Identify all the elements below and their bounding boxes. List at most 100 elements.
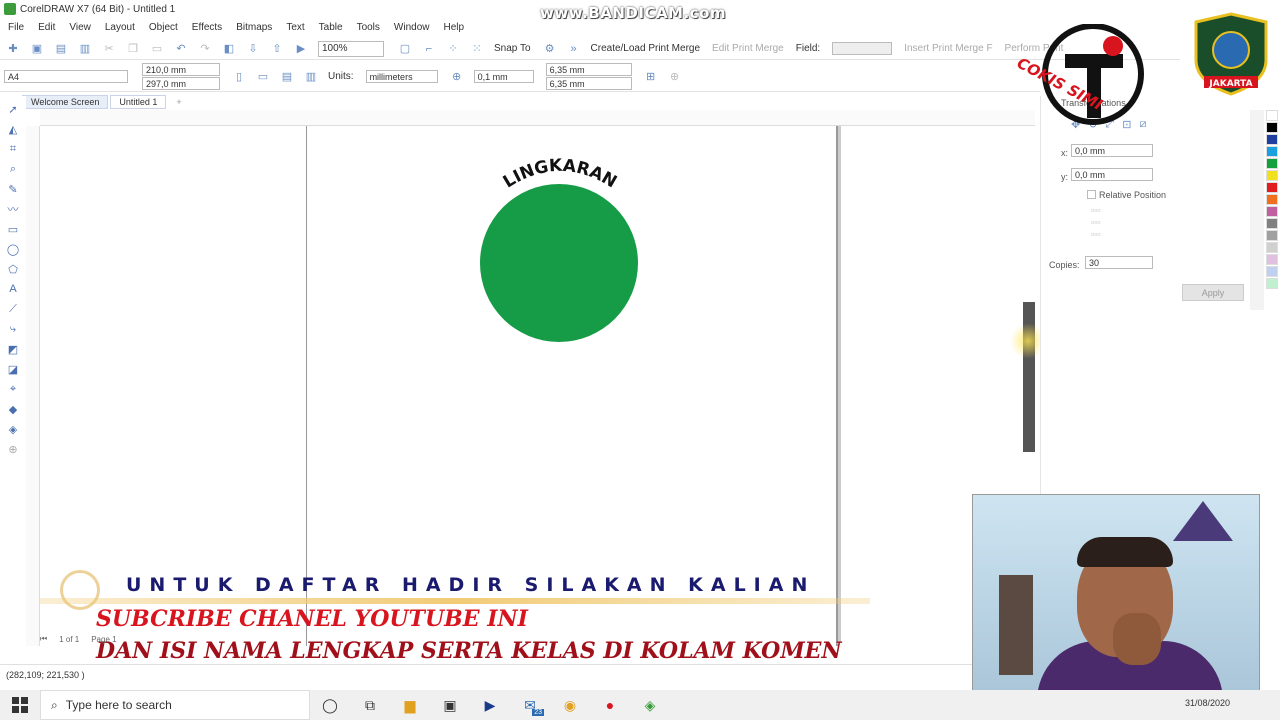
menu-help[interactable]: Help	[444, 22, 465, 33]
zoom-tool-icon[interactable]: ⌕	[6, 162, 20, 176]
show-rulers-icon[interactable]: ⌐	[422, 42, 436, 56]
relative-position-checkbox[interactable]	[1087, 190, 1096, 199]
green-circle-shape[interactable]	[480, 184, 638, 342]
print-icon[interactable]: ▥	[78, 42, 92, 56]
docker-side-tabs[interactable]	[1250, 110, 1264, 310]
menu-edit[interactable]: Edit	[38, 22, 55, 33]
windows-start-icon[interactable]	[0, 690, 40, 720]
menu-layout[interactable]: Layout	[105, 22, 135, 33]
freehand-tool-icon[interactable]: ✎	[6, 182, 20, 196]
new-tab-icon[interactable]: +	[168, 95, 189, 109]
crop-tool-icon[interactable]: ⌗	[6, 142, 20, 156]
text-tool-icon[interactable]: A	[6, 282, 20, 296]
units-select[interactable]: millimeters	[365, 70, 438, 83]
menu-text[interactable]: Text	[286, 22, 304, 33]
menu-window[interactable]: Window	[394, 22, 430, 33]
export-icon[interactable]: ⇧	[270, 42, 284, 56]
task-view-icon[interactable]: ⧉	[350, 690, 390, 720]
open-folder-icon[interactable]: ▣	[30, 42, 44, 56]
publish-pdf-icon[interactable]: ▶	[294, 42, 308, 56]
connector-tool-icon[interactable]: ⤷	[6, 322, 20, 336]
insert-print-merge-button[interactable]: Insert Print Merge F	[904, 43, 992, 54]
palette-swatch[interactable]	[1266, 242, 1278, 253]
file-explorer-icon[interactable]: ▆	[390, 690, 430, 720]
palette-swatch[interactable]	[1266, 122, 1278, 133]
zoom-level-select[interactable]: 100%	[318, 40, 384, 57]
page-size-select[interactable]: A4	[4, 70, 128, 83]
bandicam-icon[interactable]: ●	[590, 690, 630, 720]
palette-swatch[interactable]	[1266, 110, 1278, 121]
menu-effects[interactable]: Effects	[192, 22, 222, 33]
copies-field[interactable]: 30	[1085, 256, 1153, 269]
menu-table[interactable]: Table	[319, 22, 343, 33]
menu-file[interactable]: File	[8, 22, 24, 33]
palette-swatch[interactable]	[1266, 206, 1278, 217]
tab-welcome-screen[interactable]: Welcome Screen	[22, 95, 109, 109]
cut-icon[interactable]: ✂	[102, 42, 116, 56]
tab-untitled-1[interactable]: Untitled 1	[110, 95, 167, 109]
powershell-icon[interactable]: ▶	[470, 690, 510, 720]
drop-shadow-icon[interactable]: ◩	[6, 342, 20, 356]
new-document-icon[interactable]: ✚	[6, 42, 20, 56]
eyedropper-tool-icon[interactable]: ⌖	[6, 382, 20, 396]
menu-object[interactable]: Object	[149, 22, 178, 33]
duplicate-x-field[interactable]: 6,35 mm	[545, 63, 632, 76]
add-icon[interactable]: ⊕	[668, 70, 682, 84]
portrait-icon[interactable]: ▯	[232, 70, 246, 84]
pick-tool-icon[interactable]: ➚	[6, 102, 20, 116]
palette-swatch[interactable]	[1266, 182, 1278, 193]
create-print-merge-button[interactable]: Create/Load Print Merge	[591, 43, 701, 54]
polygon-tool-icon[interactable]: ⬠	[6, 262, 20, 276]
first-page-icon[interactable]: ⏮	[40, 634, 47, 644]
search-content-icon[interactable]: ◧	[222, 42, 236, 56]
show-guides-icon[interactable]: ⁙	[470, 42, 484, 56]
palette-swatch[interactable]	[1266, 254, 1278, 265]
palette-swatch[interactable]	[1266, 194, 1278, 205]
landscape-icon[interactable]: ▭	[256, 70, 270, 84]
palette-swatch[interactable]	[1266, 278, 1278, 289]
palette-swatch[interactable]	[1266, 134, 1278, 145]
import-icon[interactable]: ⇩	[246, 42, 260, 56]
more-icon[interactable]: »	[567, 42, 581, 56]
store-icon[interactable]: ▣	[430, 690, 470, 720]
snap-to-dropdown[interactable]: Snap To	[494, 43, 531, 54]
shape-tool-icon[interactable]: ◭	[6, 122, 20, 136]
page-height-field[interactable]: 297,0 mm	[142, 77, 220, 90]
redo-icon[interactable]: ↷	[198, 42, 212, 56]
palette-swatch[interactable]	[1266, 266, 1278, 277]
current-page-icon[interactable]: ▥	[304, 70, 318, 84]
quick-customize-icon[interactable]: ⊞	[644, 70, 658, 84]
artistic-media-icon[interactable]: 〰	[6, 202, 20, 216]
vertical-ruler[interactable]	[26, 126, 40, 646]
ellipse-tool-icon[interactable]: ◯	[6, 242, 20, 256]
anchor-grid[interactable]: ▫▫▫ ▫▫▫ ▫▫▫	[1091, 204, 1115, 240]
coreldraw-taskbar-icon[interactable]: ◈	[630, 690, 670, 720]
menu-tools[interactable]: Tools	[357, 22, 380, 33]
palette-swatch[interactable]	[1266, 230, 1278, 241]
palette-swatch[interactable]	[1266, 170, 1278, 181]
y-position-field[interactable]: 0,0 mm	[1071, 168, 1153, 181]
duplicate-y-field[interactable]: 6,35 mm	[545, 77, 632, 90]
save-icon[interactable]: ▤	[54, 42, 68, 56]
horizontal-ruler[interactable]	[40, 110, 1035, 126]
full-screen-icon[interactable]: ▢	[398, 42, 412, 56]
nudge-distance-field[interactable]: 0,1 mm	[473, 70, 534, 83]
options-icon[interactable]: ⚙	[543, 42, 557, 56]
rectangle-tool-icon[interactable]: ▭	[6, 222, 20, 236]
interactive-fill-icon[interactable]: ◆	[6, 402, 20, 416]
edit-print-merge-button[interactable]: Edit Print Merge	[712, 43, 784, 54]
page-tab[interactable]: Page 1	[91, 635, 116, 644]
show-grid-icon[interactable]: ⁘	[446, 42, 460, 56]
copy-icon[interactable]: ❐	[126, 42, 140, 56]
paste-icon[interactable]: ▭	[150, 42, 164, 56]
chrome-icon[interactable]: ◉	[550, 690, 590, 720]
palette-swatch[interactable]	[1266, 158, 1278, 169]
palette-swatch[interactable]	[1266, 218, 1278, 229]
taskbar-search[interactable]: ⌕ Type here to search	[40, 690, 310, 720]
x-position-field[interactable]: 0,0 mm	[1071, 144, 1153, 157]
field-select[interactable]	[832, 42, 893, 55]
parallel-dimension-icon[interactable]: ⟋	[6, 302, 20, 316]
apply-button[interactable]: Apply	[1182, 284, 1244, 301]
palette-swatch[interactable]	[1266, 146, 1278, 157]
transparency-tool-icon[interactable]: ◪	[6, 362, 20, 376]
